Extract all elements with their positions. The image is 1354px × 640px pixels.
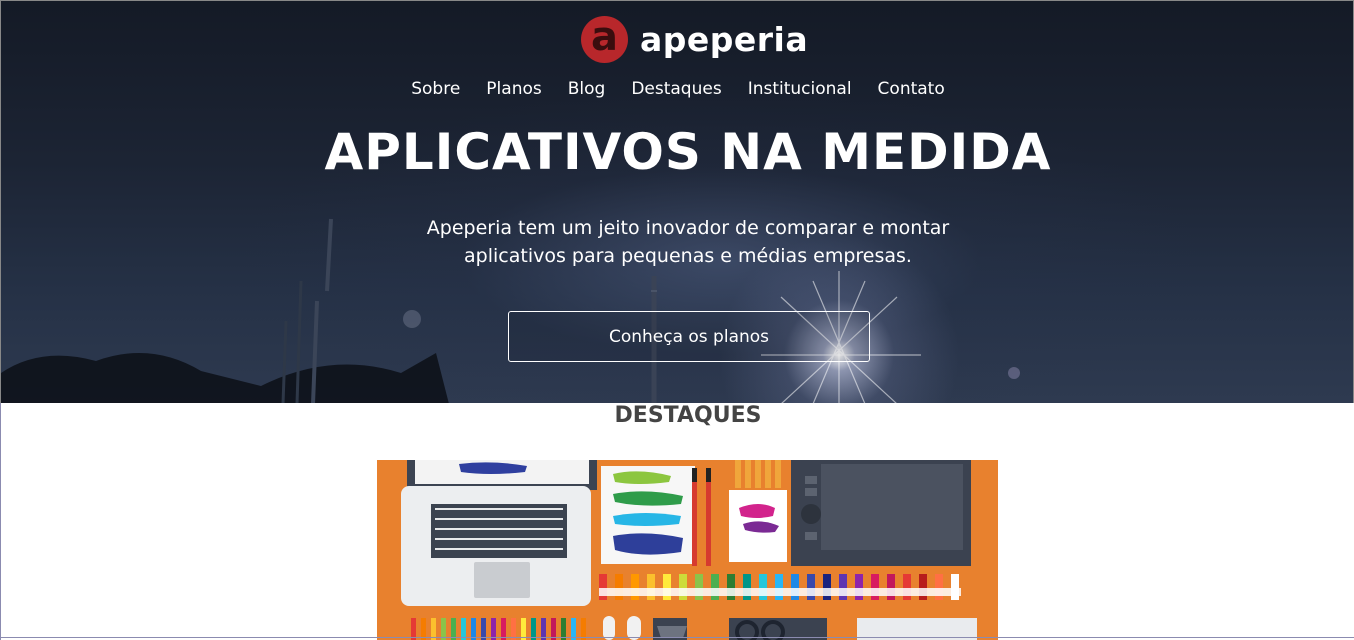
hero-subtitle: Apeperia tem um jeito inovador de compar… (378, 214, 998, 270)
page-border-bottom (0, 637, 1354, 638)
highlight-card-image[interactable] (377, 460, 998, 640)
hero-headline: APLICATIVOS NA MEDIDA (324, 123, 1052, 181)
plans-cta-button[interactable]: Conheça os planos (508, 311, 870, 362)
nav-item-institucional[interactable]: Institucional (748, 77, 852, 101)
main-nav: Sobre Planos Blog Destaques Instituciona… (1, 77, 1353, 101)
designer-desk-illustration (377, 460, 998, 640)
hero-subtitle-line2: aplicativos para pequenas e médias empre… (464, 245, 912, 267)
brand-name: apeperia (640, 19, 809, 59)
nav-item-blog[interactable]: Blog (568, 77, 606, 101)
nav-item-destaques[interactable]: Destaques (631, 77, 721, 101)
nav-item-contato[interactable]: Contato (878, 77, 945, 101)
page-border-left (0, 403, 1, 640)
nav-item-planos[interactable]: Planos (486, 77, 541, 101)
hero-banner: a apeperia Sobre Planos Blog Destaques I… (0, 0, 1354, 403)
logo-mark: a (581, 15, 628, 63)
hero-subtitle-line1: Apeperia tem um jeito inovador de compar… (426, 217, 950, 239)
nav-item-sobre[interactable]: Sobre (411, 77, 460, 101)
highlights-title: DESTAQUES (614, 403, 762, 428)
brand-logo[interactable]: a apeperia (581, 15, 808, 63)
